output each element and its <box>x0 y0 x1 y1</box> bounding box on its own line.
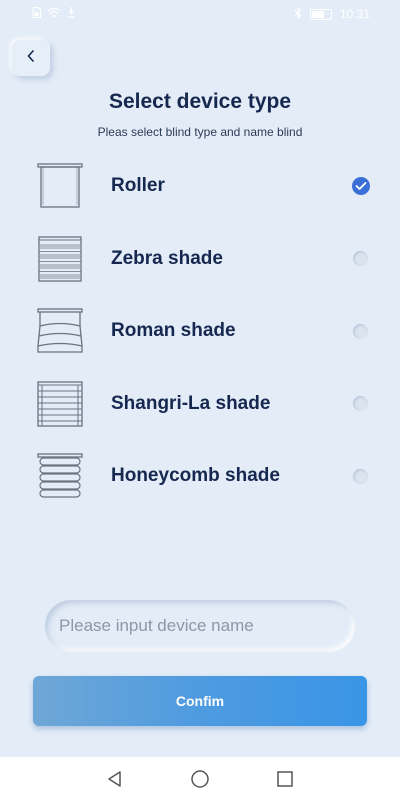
device-label-honeycomb: Honeycomb shade <box>111 465 280 487</box>
device-label-zebra: Zebra shade <box>111 247 223 269</box>
status-right-icons: 10:31 <box>294 6 370 22</box>
page-subtitle: Pleas select blind type and name blind <box>97 125 303 139</box>
honeycomb-shade-icon <box>36 451 86 501</box>
device-name-input[interactable] <box>45 600 355 652</box>
device-label-roller: Roller <box>111 175 165 197</box>
roller-blind-icon <box>36 161 86 211</box>
device-option-zebra[interactable]: Zebra shade <box>0 223 400 296</box>
radio-unselected[interactable] <box>353 251 368 267</box>
status-time: 10:31 <box>339 7 370 21</box>
device-option-roller[interactable]: Roller <box>0 150 400 223</box>
radio-unselected[interactable] <box>353 468 368 484</box>
wifi-icon <box>47 7 61 21</box>
system-nav-bar <box>0 757 400 800</box>
confirm-button[interactable]: Confim <box>33 676 367 726</box>
device-option-shangri-la[interactable]: Shangri-La shade <box>0 368 400 441</box>
back-triangle-icon[interactable] <box>104 768 126 790</box>
device-type-list: Roller Zebra shade Roman shade Shangri-L… <box>0 150 400 513</box>
selected-check-icon[interactable] <box>352 177 370 196</box>
notification-icon <box>67 7 76 21</box>
recents-square-icon[interactable] <box>274 768 296 790</box>
status-bar: 10:31 <box>0 0 400 28</box>
sim-icon <box>32 7 41 21</box>
status-left-icons <box>32 7 76 21</box>
page-title: Select device type <box>108 90 292 113</box>
device-label-roman: Roman shade <box>111 320 236 342</box>
device-label-shangri-la: Shangri-La shade <box>111 392 271 414</box>
battery-icon <box>309 8 332 20</box>
zebra-shade-icon <box>36 234 86 284</box>
radio-unselected[interactable] <box>353 396 368 412</box>
device-option-roman[interactable]: Roman shade <box>0 295 400 368</box>
bluetooth-icon <box>294 6 302 22</box>
home-circle-icon[interactable] <box>189 768 211 790</box>
back-button[interactable] <box>12 40 50 76</box>
shangri-la-shade-icon <box>36 379 86 429</box>
roman-shade-icon <box>36 306 86 356</box>
chevron-left-icon <box>26 49 36 67</box>
device-option-honeycomb[interactable]: Honeycomb shade <box>0 440 400 513</box>
radio-unselected[interactable] <box>353 323 368 339</box>
